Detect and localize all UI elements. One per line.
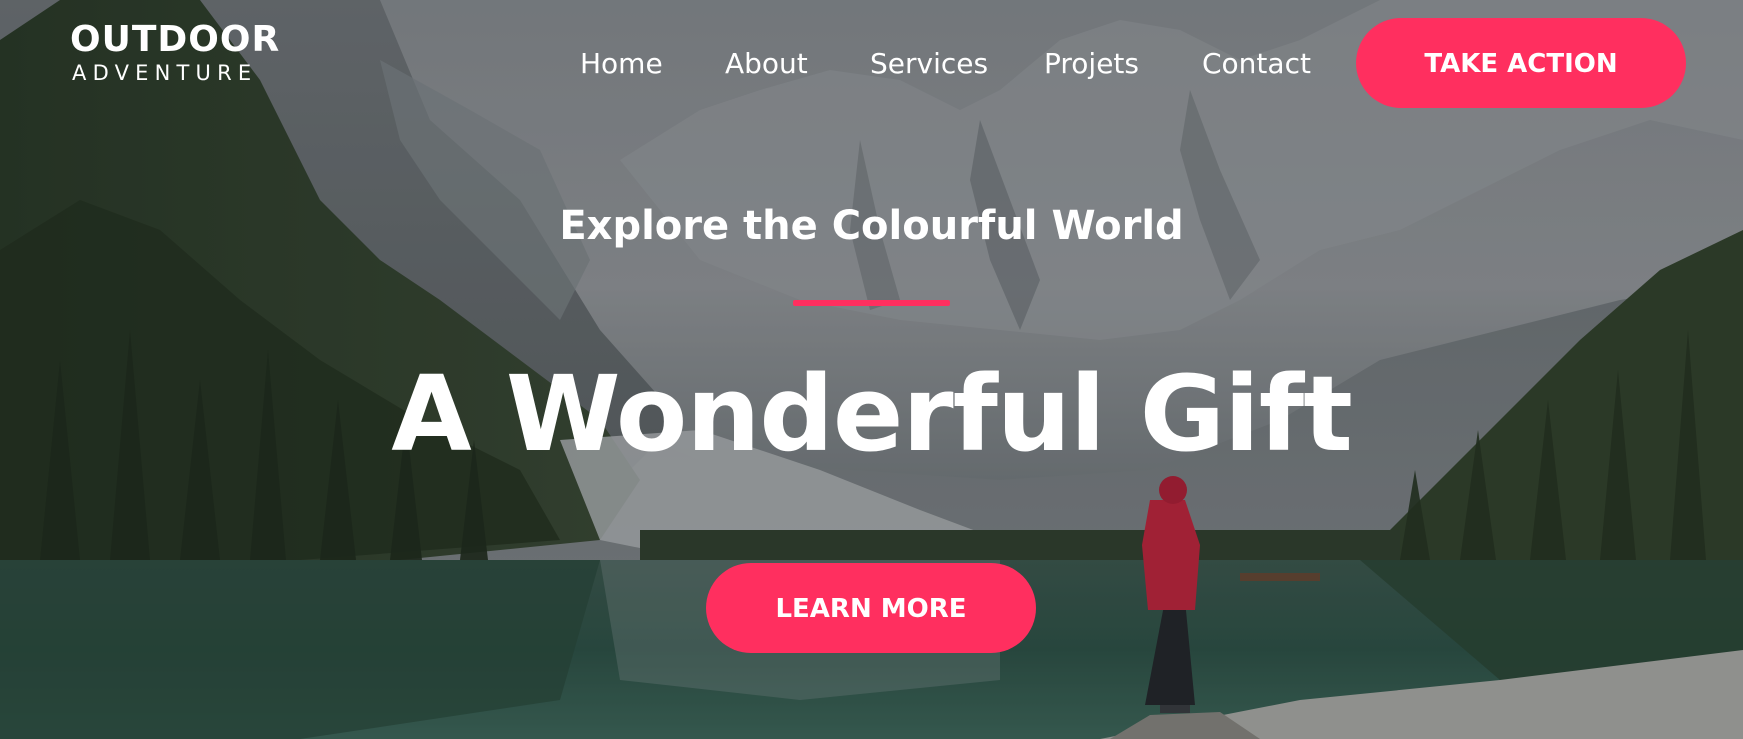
hero-subtitle: Explore the Colourful World xyxy=(559,203,1184,249)
nav-item-contact[interactable]: Contact xyxy=(1202,44,1311,84)
hero-headline: A Wonderful Gift xyxy=(391,353,1353,475)
nav-item-home[interactable]: Home xyxy=(580,44,663,84)
nav-item-projets[interactable]: Projets xyxy=(1044,44,1139,84)
nav-item-about[interactable]: About xyxy=(725,44,808,84)
take-action-button[interactable]: TAKE ACTION xyxy=(1356,18,1686,108)
accent-divider xyxy=(793,300,950,306)
learn-more-button[interactable]: LEARN MORE xyxy=(706,563,1036,653)
hero-section: OUTDOOR ADVENTURE Home About Services Pr… xyxy=(0,0,1743,739)
nav-item-services[interactable]: Services xyxy=(870,44,988,84)
